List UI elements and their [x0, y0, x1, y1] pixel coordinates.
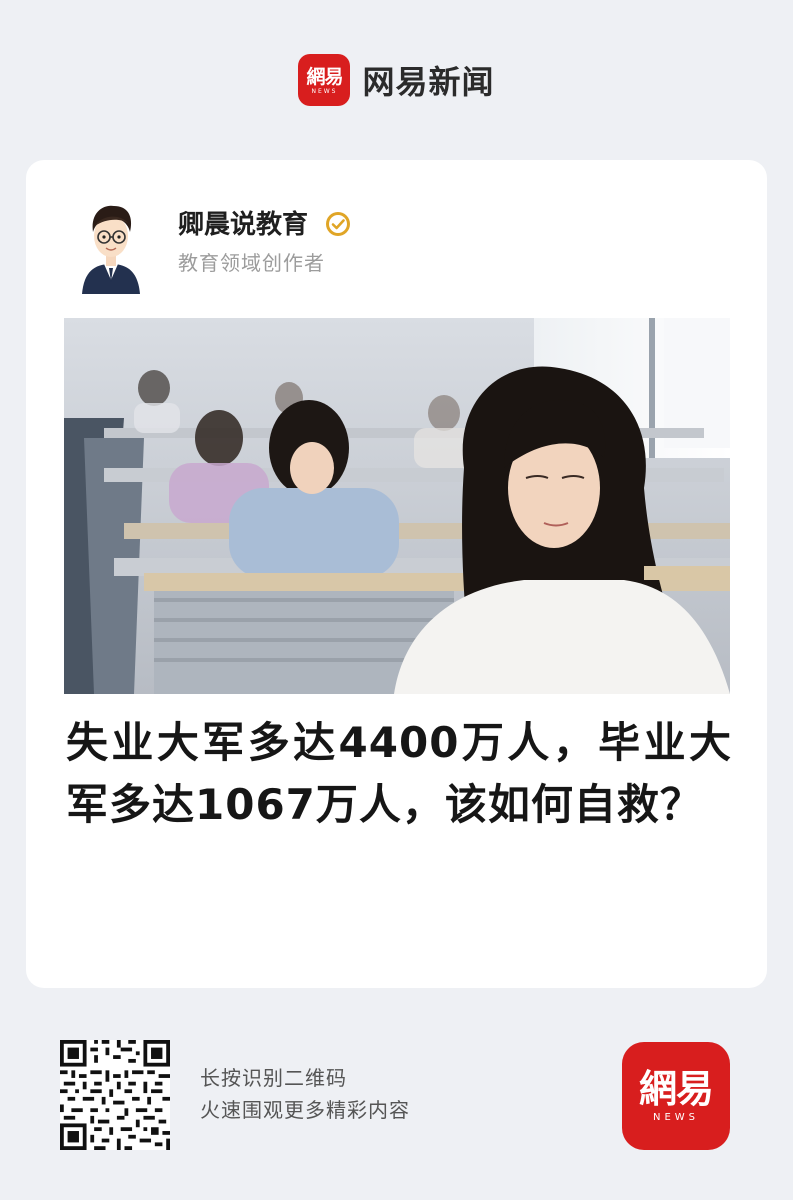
qr-instructions: 长按识别二维码 火速围观更多精彩内容 — [200, 1062, 410, 1126]
qr-instruction-line2: 火速围观更多精彩内容 — [200, 1098, 410, 1122]
share-footer: 长按识别二维码 火速围观更多精彩内容 網易 NEWS — [0, 1030, 793, 1160]
article-headline[interactable]: 失业大军多达4400万人，毕业大军多达1067万人，该如何自救？ — [66, 712, 732, 836]
logo-mark: 網易 — [306, 65, 343, 88]
author-name[interactable]: 卿晨说教育 — [178, 210, 308, 240]
verified-badge-icon — [326, 211, 351, 236]
author-block[interactable]: 卿晨说教育 教育领域创作者 — [76, 198, 716, 298]
article-image[interactable] — [64, 318, 730, 694]
author-description: 教育领域创作者 — [178, 251, 325, 275]
app-icon-subtext: NEWS — [652, 1112, 700, 1123]
author-avatar[interactable] — [76, 198, 146, 294]
article-card[interactable]: 卿晨说教育 教育领域创作者 失业大军多达4400万人，毕业大军多达1067万人，… — [26, 160, 767, 988]
brand-header: 網易 NEWS 网易新闻 — [0, 52, 793, 108]
classroom-exam-photo — [64, 318, 730, 694]
app-icon-mark: 網易 — [638, 1066, 714, 1111]
logo-subtext: NEWS — [311, 87, 338, 95]
author-name-row[interactable]: 卿晨说教育 — [178, 208, 351, 242]
netease-news-logo: 網易 NEWS — [298, 54, 351, 106]
netease-news-app-icon: 網易 NEWS — [622, 1042, 730, 1150]
brand-name: 网易新闻 — [362, 63, 495, 101]
qr-instruction-line1: 长按识别二维码 — [200, 1066, 347, 1090]
qr-code[interactable] — [60, 1040, 170, 1150]
